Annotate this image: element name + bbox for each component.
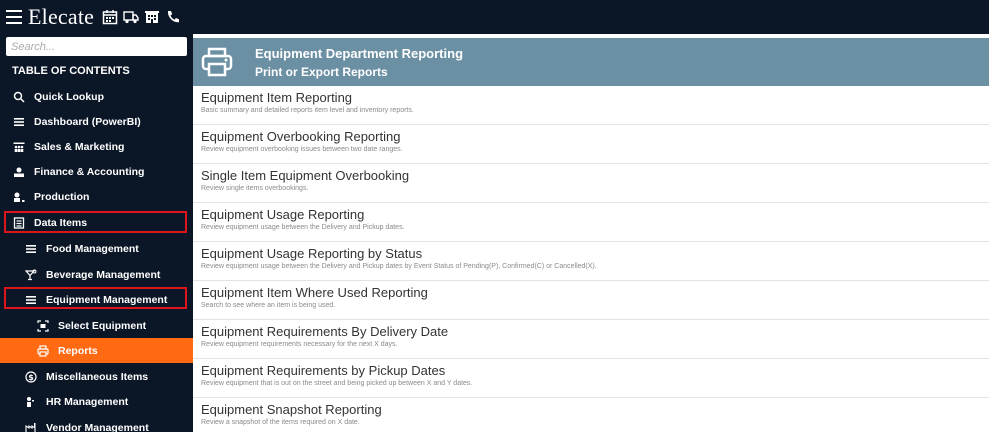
sidebar-item-beverage-management[interactable]: Beverage Management [0, 262, 193, 287]
report-description: Review equipment usage between the Deliv… [201, 224, 405, 231]
brand-logo[interactable]: Elecate [28, 6, 94, 28]
factory-icon [24, 421, 38, 432]
report-description: Review a snapshot of the items required … [201, 419, 360, 426]
report-title[interactable]: Equipment Snapshot Reporting [201, 402, 382, 417]
printer-icon [36, 344, 50, 358]
bars-icon [12, 115, 26, 129]
data-items-highlight [4, 211, 187, 233]
report-description: Review equipment usage between the Deliv… [201, 263, 597, 270]
report-row-single-item-overbooking[interactable]: Single Item Equipment Overbooking Review… [193, 164, 989, 203]
sidebar-item-label: Miscellaneous Items [46, 370, 149, 383]
report-description: Basic summary and detailed reports item … [201, 107, 414, 114]
person-icon [24, 395, 38, 409]
search-icon [12, 90, 26, 104]
page-header: Equipment Department Reporting Print or … [193, 38, 989, 86]
report-description: Review single items overbookings. [201, 185, 309, 192]
sidebar-item-label: Dashboard (PowerBI) [34, 115, 141, 128]
report-row-by-delivery-date[interactable]: Equipment Requirements By Delivery Date … [193, 320, 989, 359]
dollar-icon: $ [24, 370, 38, 384]
sidebar-item-food-management[interactable]: Food Management [0, 236, 193, 261]
page-subtitle: Print or Export Reports [255, 65, 388, 79]
toc-heading: TABLE OF CONTENTS [12, 65, 130, 77]
report-row-snapshot[interactable]: Equipment Snapshot Reporting Review a sn… [193, 398, 989, 432]
sidebar-item-select-equipment[interactable]: Select Equipment [0, 313, 193, 338]
sidebar-item-production[interactable]: Production [0, 184, 193, 209]
money-icon [12, 165, 26, 179]
equipment-management-highlight [4, 287, 187, 309]
report-description: Review equipment overbooking issues betw… [201, 146, 403, 153]
sidebar-item-finance-accounting[interactable]: Finance & Accounting [0, 159, 193, 184]
report-title[interactable]: Equipment Usage Reporting by Status [201, 246, 422, 261]
sidebar-item-reports[interactable]: Reports [0, 338, 193, 363]
select-icon [36, 319, 50, 333]
report-description: Review equipment that is out on the stre… [201, 380, 473, 387]
cocktail-icon [24, 268, 38, 282]
svg-text:$: $ [28, 373, 34, 382]
menu-icon[interactable] [6, 10, 22, 24]
sidebar-item-label: Reports [58, 344, 98, 357]
report-title[interactable]: Equipment Item Where Used Reporting [201, 285, 428, 300]
report-title[interactable]: Equipment Requirements By Delivery Date [201, 324, 448, 339]
report-title[interactable]: Equipment Overbooking Reporting [201, 129, 400, 144]
report-row-where-used[interactable]: Equipment Item Where Used Reporting Sear… [193, 281, 989, 320]
sidebar-item-label: Select Equipment [58, 319, 147, 332]
sidebar-item-sales-marketing[interactable]: Sales & Marketing [0, 134, 193, 159]
report-row-by-pickup-dates[interactable]: Equipment Requirements by Pickup Dates R… [193, 359, 989, 398]
sidebar-item-label: Production [34, 190, 90, 203]
sidebar: TABLE OF CONTENTS Quick Lookup Dashboard… [0, 34, 193, 432]
report-title[interactable]: Equipment Requirements by Pickup Dates [201, 363, 445, 378]
production-icon [12, 190, 26, 204]
sidebar-item-label: Finance & Accounting [34, 165, 145, 178]
sidebar-item-hr-management[interactable]: HR Management [0, 389, 193, 414]
calendar-icon[interactable] [102, 9, 118, 25]
sidebar-item-vendor-management[interactable]: Vendor Management [0, 415, 193, 432]
sidebar-item-label: Quick Lookup [34, 90, 105, 103]
report-title[interactable]: Single Item Equipment Overbooking [201, 168, 409, 183]
report-row-overbooking[interactable]: Equipment Overbooking Reporting Review e… [193, 125, 989, 164]
sidebar-item-label: Food Management [46, 242, 139, 255]
sidebar-item-label: HR Management [46, 395, 129, 408]
sidebar-item-quick-lookup[interactable]: Quick Lookup [0, 84, 193, 109]
report-row-usage[interactable]: Equipment Usage Reporting Review equipme… [193, 203, 989, 242]
building-icon[interactable] [144, 9, 160, 25]
truck-icon[interactable] [123, 9, 139, 25]
page-title: Equipment Department Reporting [255, 46, 464, 61]
main-content: Equipment Department Reporting Print or … [193, 34, 989, 432]
phone-icon[interactable] [165, 9, 181, 25]
bars-icon [24, 242, 38, 256]
report-title[interactable]: Equipment Item Reporting [201, 90, 352, 105]
people-icon [12, 140, 26, 154]
sidebar-item-label: Vendor Management [46, 421, 149, 432]
sidebar-item-label: Sales & Marketing [34, 140, 125, 153]
report-description: Review equipment requirements necessary … [201, 341, 398, 348]
report-row-item-reporting[interactable]: Equipment Item Reporting Basic summary a… [193, 86, 989, 125]
top-bar: Elecate [0, 0, 989, 34]
search-input[interactable] [6, 37, 187, 56]
report-row-usage-by-status[interactable]: Equipment Usage Reporting by Status Revi… [193, 242, 989, 281]
sidebar-item-dashboard[interactable]: Dashboard (PowerBI) [0, 109, 193, 134]
sidebar-item-miscellaneous-items[interactable]: $ Miscellaneous Items [0, 364, 193, 389]
report-title[interactable]: Equipment Usage Reporting [201, 207, 364, 222]
report-description: Search to see where an item is being use… [201, 302, 336, 309]
sidebar-item-label: Beverage Management [46, 268, 161, 281]
printer-icon [201, 47, 233, 77]
